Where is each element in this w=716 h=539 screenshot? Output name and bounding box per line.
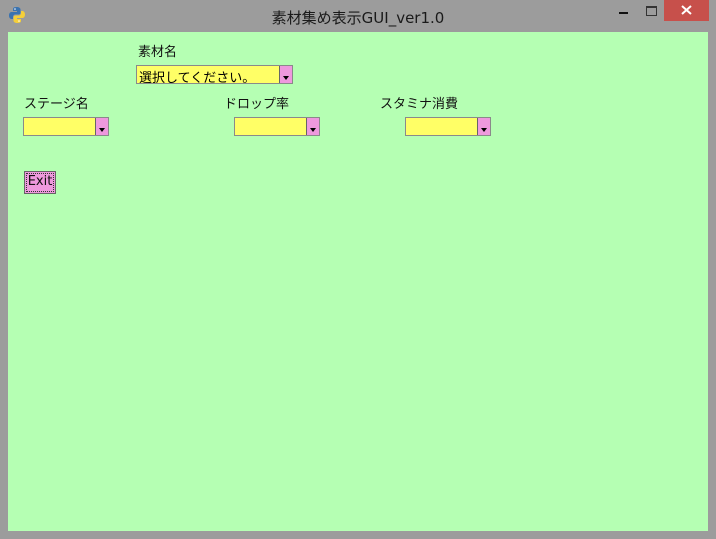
title-bar[interactable]: 素材集め表示GUI_ver1.0 <box>0 0 716 32</box>
chevron-down-icon[interactable] <box>306 118 319 135</box>
window-frame-bottom <box>0 531 716 539</box>
stamina-label: スタミナ消費 <box>380 97 459 112</box>
minimize-icon[interactable] <box>608 0 638 21</box>
stage-label: ステージ名 <box>24 97 89 112</box>
chevron-down-icon[interactable] <box>279 66 292 83</box>
close-icon[interactable] <box>664 0 709 21</box>
material-label: 素材名 <box>138 45 178 60</box>
chevron-down-icon[interactable] <box>477 118 490 135</box>
app-window: 素材集め表示GUI_ver1.0 素材名 選択してください。 ステージ名 ドロッ… <box>0 0 716 539</box>
maximize-icon[interactable] <box>638 0 664 21</box>
material-select[interactable]: 選択してください。 <box>136 65 293 86</box>
drop-rate-select[interactable] <box>234 117 320 136</box>
stamina-select[interactable] <box>405 117 491 136</box>
drop-rate-label: ドロップ率 <box>224 97 290 112</box>
material-select-value: 選択してください。 <box>139 71 256 86</box>
exit-button[interactable]: Exit <box>24 171 56 194</box>
main-panel: 素材名 選択してください。 ステージ名 ドロップ率 スタミナ消費 Exit <box>8 32 708 531</box>
chevron-down-icon[interactable] <box>95 118 108 135</box>
stage-select[interactable] <box>23 117 109 136</box>
